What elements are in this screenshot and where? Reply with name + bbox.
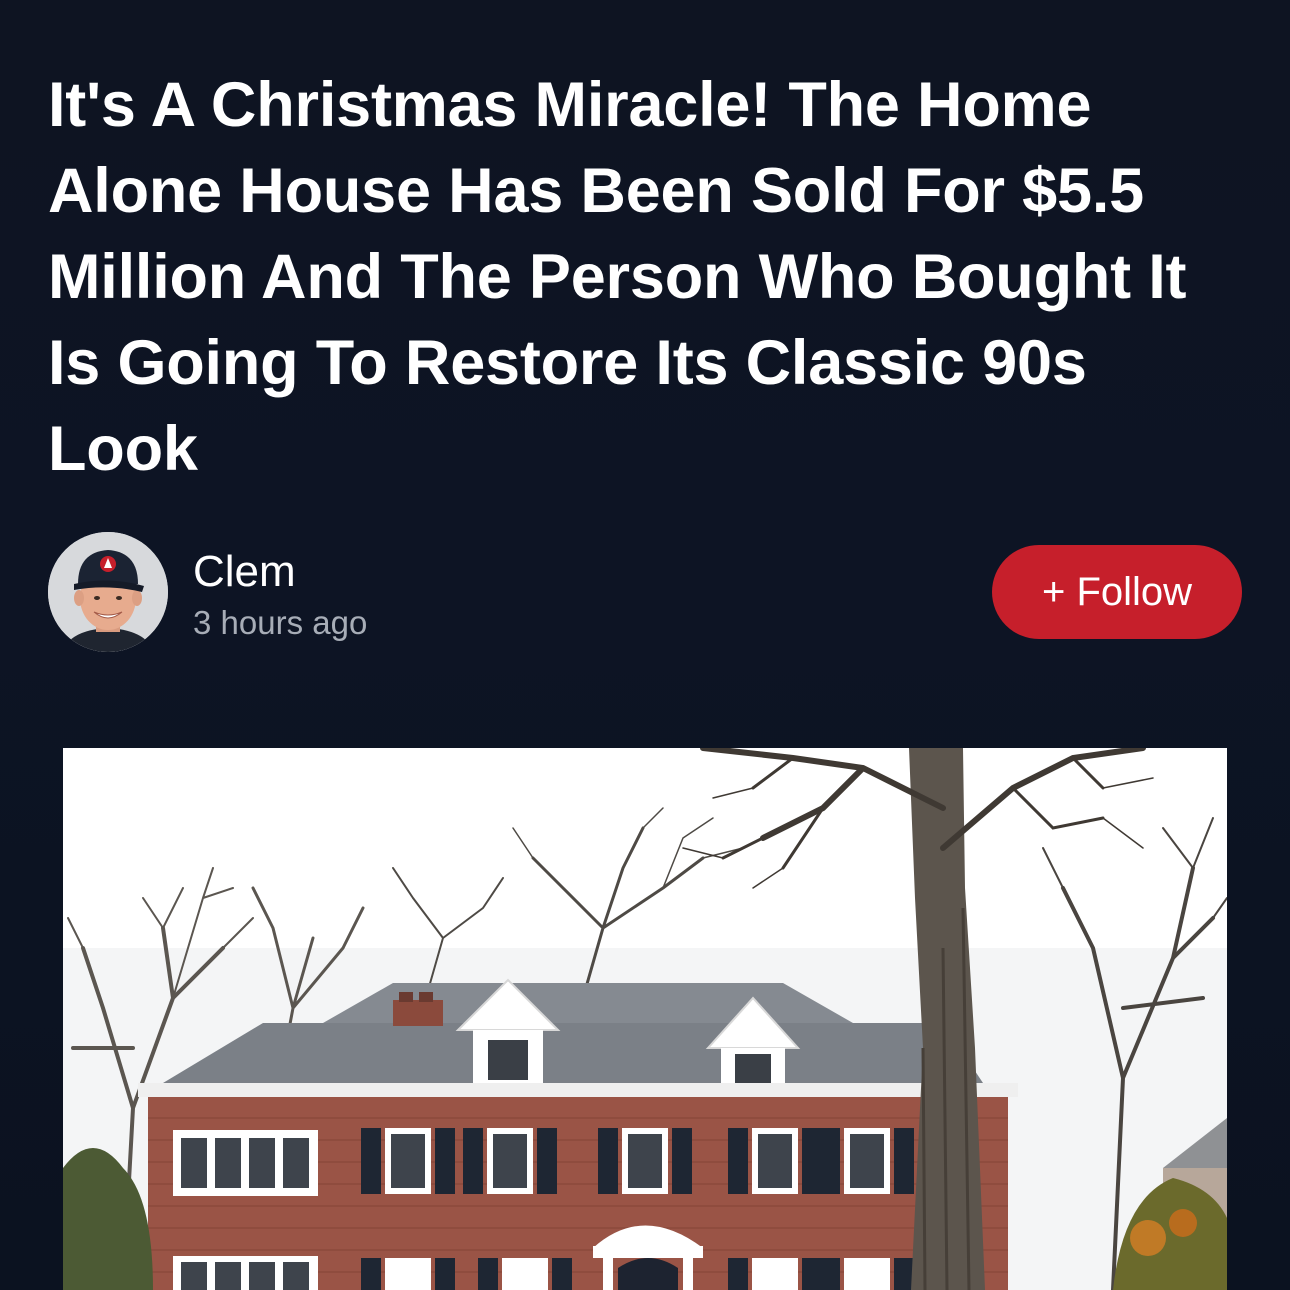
author-photo xyxy=(48,532,168,652)
article-hero-image[interactable] xyxy=(63,748,1227,1290)
article-headline: It's A Christmas Miracle! The Home Alone… xyxy=(48,70,1187,484)
house-photo xyxy=(63,748,1227,1290)
author-byline: Clem 3 hours ago + Follow xyxy=(48,532,1242,654)
post-timestamp: 3 hours ago xyxy=(193,604,368,641)
author-name[interactable]: Clem xyxy=(193,546,296,598)
author-avatar[interactable] xyxy=(48,532,168,652)
follow-button[interactable]: + Follow xyxy=(992,545,1242,639)
